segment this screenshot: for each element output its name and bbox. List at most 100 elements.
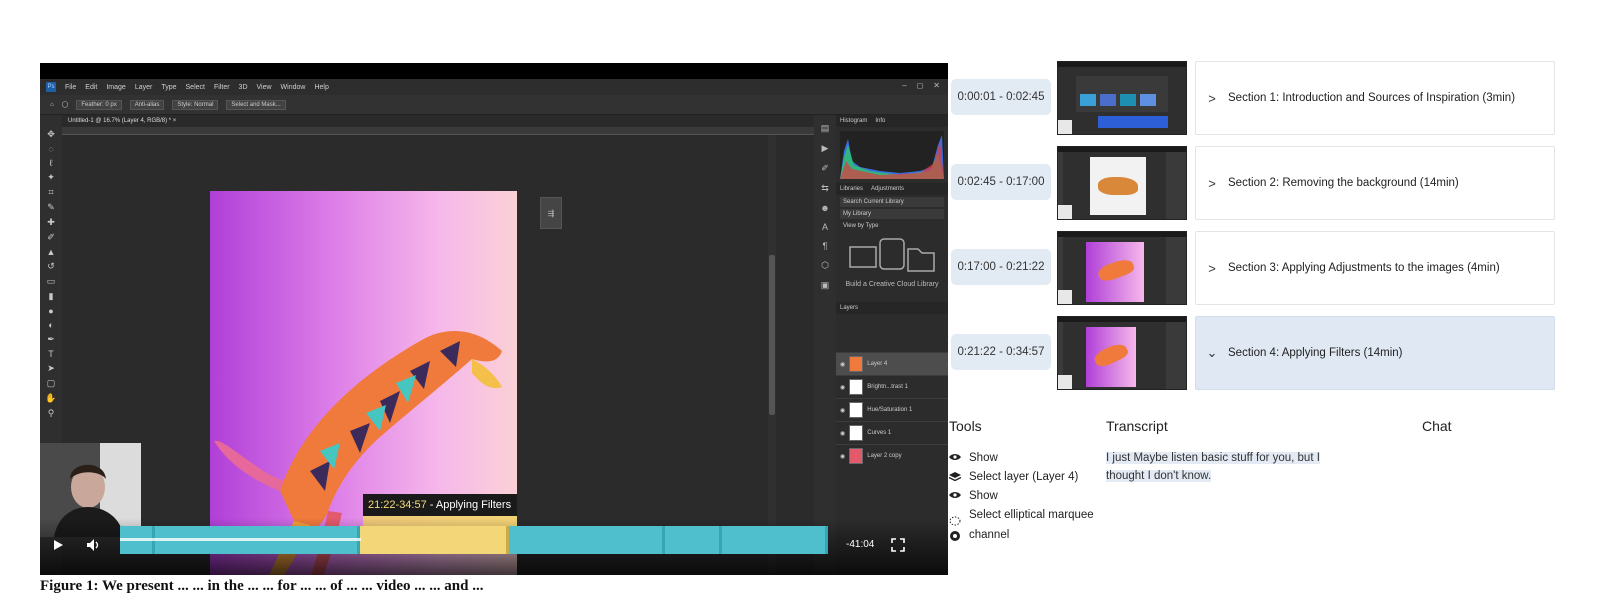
chapter-segment-active[interactable] bbox=[360, 526, 509, 554]
section-time-range[interactable]: 0:17:00 - 0:21:22 bbox=[951, 249, 1051, 285]
section-thumbnail[interactable] bbox=[1057, 316, 1187, 390]
move-tool-icon: ✥ bbox=[47, 129, 55, 139]
time-remaining: -41:04 bbox=[846, 539, 875, 550]
section-thumbnail[interactable] bbox=[1057, 231, 1187, 305]
layer-name: Hue/Saturation 1 bbox=[867, 407, 913, 413]
chapter-segment[interactable] bbox=[509, 526, 665, 554]
video-player[interactable]: Ps File Edit Image Layer Type Select Fil… bbox=[40, 63, 948, 575]
section-card[interactable]: > Section 3: Applying Adjustments to the… bbox=[1195, 231, 1555, 305]
section-time-range[interactable]: 0:21:22 - 0:34:57 bbox=[951, 334, 1051, 370]
ps-menu-item: Layer bbox=[134, 83, 153, 91]
home-icon: ⌂ bbox=[50, 101, 54, 108]
section-card[interactable]: > Section 2: Removing the background (14… bbox=[1195, 146, 1555, 220]
tool-item[interactable]: channel bbox=[949, 526, 1099, 545]
section-title: Section 1: Introduction and Sources of I… bbox=[1228, 92, 1516, 104]
ps-menu-item: View bbox=[256, 83, 272, 91]
eye-icon: ◉ bbox=[840, 453, 846, 460]
ps-menu-item: Window bbox=[280, 83, 306, 91]
tool-item[interactable]: Select layer (Layer 4) bbox=[949, 468, 1099, 487]
ps-window-controls: – ◻ ✕ bbox=[902, 81, 940, 90]
play-icon bbox=[54, 540, 63, 550]
histogram-graph bbox=[840, 131, 944, 179]
chevron-right-icon: > bbox=[1208, 175, 1216, 191]
ps-floating-panel: ⇶ bbox=[540, 197, 562, 229]
section-row: 0:00:01 - 0:02:45 > Section 1: Introduct… bbox=[951, 61, 1556, 137]
ps-menu-item: Select bbox=[185, 83, 205, 91]
section-time-range[interactable]: 0:02:45 - 0:17:00 bbox=[951, 164, 1051, 200]
info-tab: Info bbox=[875, 118, 886, 124]
layers-icon bbox=[949, 468, 961, 482]
ps-document-tab: Untitled-1 @ 16.7% (Layer 4, RGB/8) * × bbox=[62, 115, 822, 127]
layer-thumbnail bbox=[849, 402, 864, 418]
gradient-tool-icon: ▮ bbox=[48, 291, 54, 301]
layer-thumbnail bbox=[849, 356, 864, 372]
restore-icon: ◻ bbox=[916, 81, 924, 90]
volume-button[interactable] bbox=[84, 535, 104, 555]
eyedropper-tool-icon: ✎ bbox=[47, 202, 55, 212]
eye-icon: ◉ bbox=[840, 361, 846, 368]
tools-list: Show Select layer (Layer 4) Show Select … bbox=[949, 449, 1099, 545]
section-time-range[interactable]: 0:00:01 - 0:02:45 bbox=[951, 79, 1051, 115]
transcript-text: I just Maybe listen basic stuff for you,… bbox=[1106, 449, 1346, 485]
volume-icon bbox=[87, 539, 99, 551]
panel-icon: ▤ bbox=[820, 123, 830, 133]
library-view-by: View by Type bbox=[843, 223, 879, 229]
ps-layer-row: ◉ Brightn...trast 1 bbox=[836, 375, 948, 398]
eye-icon bbox=[949, 449, 961, 461]
fullscreen-button[interactable] bbox=[888, 535, 908, 555]
adjustments-tab: Adjustments bbox=[871, 186, 905, 192]
eye-icon: ◉ bbox=[840, 430, 846, 437]
chevron-right-icon: > bbox=[1208, 90, 1216, 106]
ps-menu-item: File bbox=[65, 83, 77, 91]
tool-label: Select layer (Layer 4) bbox=[969, 471, 1079, 483]
brush-panel-icon: ✐ bbox=[821, 163, 829, 173]
chat-header[interactable]: Chat bbox=[1422, 418, 1452, 434]
ps-right-panels: Histogram Info Libraries Adjustments Sea… bbox=[836, 115, 948, 575]
ps-ruler bbox=[62, 127, 822, 135]
ps-option: Select and Mask... bbox=[226, 99, 286, 110]
paragraph-panel-icon: ¶ bbox=[822, 241, 828, 251]
people-panel-icon: ☻ bbox=[820, 203, 830, 213]
section-row: 0:17:00 - 0:21:22 > Section 3: Applying … bbox=[951, 231, 1556, 307]
ps-menu-item: Type bbox=[161, 83, 177, 91]
ps-menu-item: Filter bbox=[213, 83, 230, 91]
elliptical-marquee-icon bbox=[949, 506, 961, 526]
section-card-active[interactable]: ⌄ Section 4: Applying Filters (14min) bbox=[1195, 316, 1555, 390]
fullscreen-icon bbox=[891, 538, 905, 552]
section-card[interactable]: > Section 1: Introduction and Sources of… bbox=[1195, 61, 1555, 135]
chapter-segment[interactable] bbox=[665, 526, 722, 554]
play-button[interactable] bbox=[48, 535, 68, 555]
eye-icon: ◉ bbox=[840, 407, 846, 414]
blur-tool-icon: ● bbox=[48, 306, 54, 316]
minimize-icon: – bbox=[902, 81, 907, 90]
tool-label: Select elliptical marquee bbox=[969, 509, 1094, 521]
chevron-down-icon: ⌄ bbox=[1206, 345, 1218, 360]
ps-option: Style: Normal bbox=[172, 99, 219, 110]
figure-caption: Figure 1: We present ... ... in the ... … bbox=[40, 578, 484, 594]
brush-tool-icon: ✐ bbox=[47, 232, 55, 242]
close-icon: ✕ bbox=[933, 81, 940, 90]
pen-tool-icon: ✒ bbox=[47, 334, 55, 344]
layer-thumbnail bbox=[849, 425, 864, 441]
hand-tool-icon: ✋ bbox=[45, 393, 57, 403]
library-tabs: Libraries Adjustments bbox=[836, 183, 948, 195]
photoshop-logo-icon: Ps bbox=[46, 82, 56, 92]
library-caption: Build a Creative Cloud Library bbox=[845, 281, 939, 288]
type-panel-icon: A bbox=[821, 222, 828, 232]
chapter-segment[interactable] bbox=[722, 526, 828, 554]
zoom-tool-icon: ⚲ bbox=[47, 408, 55, 418]
playback-progress bbox=[120, 538, 361, 541]
wand-tool-icon: ✦ bbox=[47, 172, 55, 182]
tool-item[interactable]: Show bbox=[949, 487, 1099, 506]
layer-thumbnail bbox=[849, 448, 864, 464]
section-thumbnail[interactable] bbox=[1057, 146, 1187, 220]
tool-item[interactable]: Show bbox=[949, 449, 1099, 468]
app-root: Ps File Edit Image Layer Type Select Fil… bbox=[0, 0, 1620, 594]
ps-layer-row: ◉ Layer 4 bbox=[836, 352, 948, 375]
layers-tab: Layers bbox=[840, 305, 859, 311]
play-panel-icon: ▶ bbox=[821, 143, 829, 153]
section-thumbnail[interactable] bbox=[1057, 61, 1187, 135]
tool-item[interactable]: Select elliptical marquee bbox=[949, 506, 1099, 526]
segment-tooltip: 21:22-34:57 - Applying Filters bbox=[363, 494, 517, 516]
layer-name: Brightn...trast 1 bbox=[867, 384, 908, 390]
